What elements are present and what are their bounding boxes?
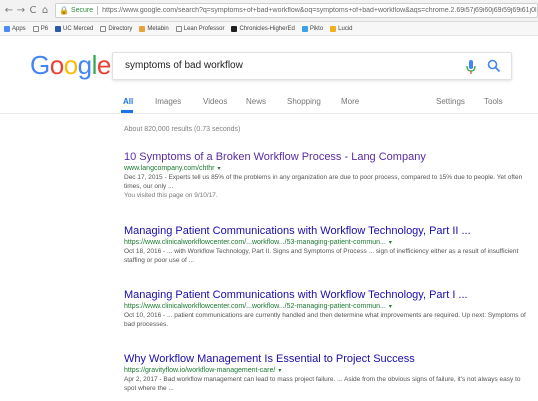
tab-tools[interactable]: Tools (484, 97, 503, 106)
result-snippet: Dec 17, 2015 - Experts tell us 85% of th… (124, 174, 523, 190)
apps-icon (4, 25, 10, 32)
bookmarks-bar: Apps P6 UC Merced Directory Metabin Lean… (0, 22, 538, 36)
search-result: Managing Patient Communications with Wor… (124, 224, 534, 265)
search-input[interactable]: symptoms of bad workflow (125, 60, 243, 71)
logo-letter: o (63, 50, 78, 80)
dropdown-caret-icon[interactable]: ▾ (218, 165, 221, 172)
microphone-icon[interactable] (465, 59, 477, 75)
dropdown-caret-icon[interactable]: ▾ (389, 303, 392, 310)
search-tabs: All Images Videos News Shopping More Set… (0, 92, 538, 114)
result-title[interactable]: Managing Patient Communications with Wor… (124, 288, 534, 302)
divider (97, 6, 99, 15)
secure-label: Secure (70, 7, 94, 14)
search-result: 10 Symptoms of a Broken Workflow Process… (124, 150, 534, 200)
tab-all[interactable]: All (123, 97, 133, 106)
logo-letter: g (77, 50, 92, 80)
pikto-icon (301, 25, 308, 32)
result-snippet: Apr 2, 2017 - Bad workflow management ca… (124, 376, 521, 392)
page-icon (100, 25, 107, 32)
url-text[interactable]: https://www.google.com/search?q=symptoms… (102, 7, 537, 14)
active-tab-indicator (121, 110, 133, 113)
search-box[interactable]: symptoms of bad workflow (112, 52, 512, 80)
page-icon (32, 25, 39, 32)
result-url[interactable]: https://gravityflow.io/workflow-manageme… (124, 367, 275, 374)
bookmark-lucid[interactable]: Lucid (330, 25, 353, 32)
metabin-icon (139, 25, 146, 32)
chronicles-icon (231, 25, 238, 32)
uc-merced-icon (55, 25, 62, 32)
home-icon[interactable]: ⌂ (39, 4, 51, 18)
bookmark-uc-merced[interactable]: UC Merced (55, 25, 93, 32)
tab-more[interactable]: More (341, 97, 359, 106)
tab-images[interactable]: Images (155, 97, 181, 106)
tab-shopping[interactable]: Shopping (287, 97, 321, 106)
tab-settings[interactable]: Settings (436, 97, 465, 106)
result-title[interactable]: 10 Symptoms of a Broken Workflow Process… (124, 150, 534, 164)
result-title[interactable]: Managing Patient Communications with Wor… (124, 224, 534, 238)
bookmark-p6[interactable]: P6 (32, 25, 48, 32)
tab-videos[interactable]: Videos (203, 97, 227, 106)
search-result: Why Workflow Management Is Essential to … (124, 352, 534, 393)
bookmark-directory[interactable]: Directory (100, 25, 132, 32)
forward-arrow-icon[interactable]: → (15, 4, 27, 18)
page-icon (175, 25, 182, 32)
google-logo[interactable]: Google (30, 51, 111, 79)
result-snippet: Oct 18, 2016 - ... with Workflow Technol… (124, 248, 519, 264)
tab-news[interactable]: News (246, 97, 266, 106)
result-url[interactable]: https://www.clinicalworkflowcenter.com/.… (124, 239, 386, 246)
search-result: Managing Patient Communications with Wor… (124, 288, 534, 329)
logo-letter: e (96, 50, 111, 80)
search-icon[interactable] (487, 59, 501, 73)
result-url[interactable]: https://www.clinicalworkflowcenter.com/.… (124, 303, 386, 310)
browser-toolbar: ← → C ⌂ 🔒 Secure https://www.google.com/… (0, 0, 538, 22)
dropdown-caret-icon[interactable]: ▾ (389, 239, 392, 246)
dropdown-caret-icon[interactable]: ▾ (278, 367, 281, 374)
reload-icon[interactable]: C (27, 4, 39, 18)
logo-letter: G (30, 50, 50, 80)
address-bar[interactable]: 🔒 Secure https://www.google.com/search?q… (55, 3, 538, 18)
result-snippet: Oct 10, 2016 - ... patient communication… (124, 312, 526, 328)
bookmark-pikto[interactable]: Pikto (301, 25, 323, 32)
result-stats: About 820,000 results (0.73 seconds) (124, 126, 241, 133)
bookmark-apps[interactable]: Apps (4, 25, 26, 32)
result-url[interactable]: www.langcompany.com/chthr (124, 165, 215, 172)
lock-icon: 🔒 (59, 6, 69, 15)
bookmark-chronicles[interactable]: Chronicles-HigherEd (231, 25, 295, 32)
back-arrow-icon[interactable]: ← (3, 4, 15, 18)
visited-note: You visited this page on 9/10/17. (124, 192, 218, 199)
logo-letter: o (49, 50, 64, 80)
bookmark-metabin[interactable]: Metabin (139, 25, 169, 32)
result-title[interactable]: Why Workflow Management Is Essential to … (124, 352, 534, 366)
lucid-icon (330, 25, 337, 32)
bookmark-lean-professor[interactable]: Lean Professor (175, 25, 224, 32)
